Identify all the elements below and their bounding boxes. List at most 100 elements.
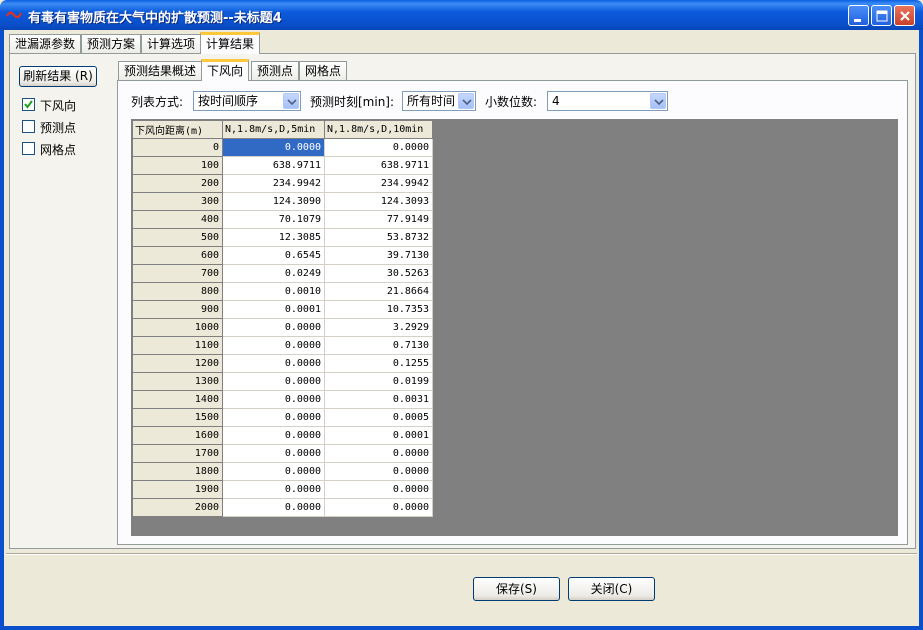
row-header-cell[interactable]: 1100 (132, 336, 223, 355)
table-cell[interactable]: 12.3085 (222, 228, 325, 247)
table-row[interactable]: 1600 0.0000 0.0001 (132, 426, 433, 445)
table-cell[interactable]: 0.0000 (324, 138, 433, 157)
title-bar[interactable]: 有毒有害物质在大气中的扩散预测--未标题4 (0, 0, 923, 30)
table-cell[interactable]: 0.0199 (324, 372, 433, 391)
row-header-cell[interactable]: 700 (132, 264, 223, 283)
table-cell[interactable]: 0.0000 (324, 480, 433, 499)
row-header-cell[interactable]: 600 (132, 246, 223, 265)
list-mode-select[interactable]: 按时间顺序 (193, 91, 301, 111)
downwind-checkbox[interactable] (22, 98, 35, 111)
table-cell[interactable]: 234.9942 (324, 174, 433, 193)
results-grid[interactable]: 下风向距离(m) N,1.8m/s,D,5min N,1.8m/s,D,10mi… (131, 119, 898, 536)
table-cell[interactable]: 21.8664 (324, 282, 433, 301)
table-cell[interactable]: 0.0000 (222, 336, 325, 355)
table-row[interactable]: 1700 0.0000 0.0000 (132, 444, 433, 463)
table-row[interactable]: 600 0.6545 39.7130 (132, 246, 433, 265)
table-cell[interactable]: 0.0000 (222, 318, 325, 337)
table-cell[interactable]: 0.0000 (222, 372, 325, 391)
chevron-down-icon[interactable] (458, 93, 474, 109)
table-cell[interactable]: 0.0000 (222, 444, 325, 463)
row-header-cell[interactable]: 1600 (132, 426, 223, 445)
table-cell[interactable]: 0.0000 (222, 498, 325, 517)
table-cell[interactable]: 0.0031 (324, 390, 433, 409)
table-cell[interactable]: 0.0000 (324, 444, 433, 463)
table-row[interactable]: 0 0.0000 0.0000 (132, 138, 433, 157)
close-window-button[interactable] (894, 5, 915, 26)
table-cell[interactable]: 0.0010 (222, 282, 325, 301)
row-header-cell[interactable]: 1000 (132, 318, 223, 337)
table-row[interactable]: 700 0.0249 30.5263 (132, 264, 433, 283)
table-cell[interactable]: 0.0249 (222, 264, 325, 283)
table-cell[interactable]: 0.7130 (324, 336, 433, 355)
row-header-cell[interactable]: 200 (132, 174, 223, 193)
table-cell[interactable]: 0.0000 (324, 462, 433, 481)
table-row[interactable]: 900 0.0001 10.7353 (132, 300, 433, 319)
table-cell[interactable]: 30.5263 (324, 264, 433, 283)
decimals-select[interactable]: 4 (547, 91, 668, 111)
table-cell[interactable]: 638.9711 (324, 156, 433, 175)
table-cell[interactable]: 0.0000 (222, 138, 325, 157)
tab-calc-options[interactable]: 计算选项 (141, 34, 202, 54)
table-cell[interactable]: 124.3090 (222, 192, 325, 211)
row-header-cell[interactable]: 1700 (132, 444, 223, 463)
time-select[interactable]: 所有时间 (402, 91, 476, 111)
table-cell[interactable]: 0.0005 (324, 408, 433, 427)
subtab-downwind[interactable]: 下风向 (201, 59, 250, 81)
table-row[interactable]: 400 70.1079 77.9149 (132, 210, 433, 229)
maximize-button[interactable] (871, 5, 892, 26)
table-row[interactable]: 1000 0.0000 3.2929 (132, 318, 433, 337)
column-header-10min[interactable]: N,1.8m/s,D,10min (324, 120, 433, 139)
table-cell[interactable]: 77.9149 (324, 210, 433, 229)
subtab-overview[interactable]: 预测结果概述 (118, 61, 203, 81)
table-cell[interactable]: 124.3093 (324, 192, 433, 211)
row-header-cell[interactable]: 1300 (132, 372, 223, 391)
table-cell[interactable]: 0.0000 (222, 480, 325, 499)
tab-leak-source[interactable]: 泄漏源参数 (9, 34, 82, 54)
table-cell[interactable]: 0.0001 (222, 300, 325, 319)
table-row[interactable]: 1100 0.0000 0.7130 (132, 336, 433, 355)
table-cell[interactable]: 10.7353 (324, 300, 433, 319)
table-row[interactable]: 1300 0.0000 0.0199 (132, 372, 433, 391)
table-row[interactable]: 1500 0.0000 0.0005 (132, 408, 433, 427)
table-row[interactable]: 800 0.0010 21.8664 (132, 282, 433, 301)
close-button[interactable]: 关闭(C) (568, 577, 655, 601)
table-cell[interactable]: 0.0000 (324, 498, 433, 517)
row-header-cell[interactable]: 1500 (132, 408, 223, 427)
subtab-grid-point[interactable]: 网格点 (299, 61, 348, 81)
table-row[interactable]: 1200 0.0000 0.1255 (132, 354, 433, 373)
row-header-cell[interactable]: 0 (132, 138, 223, 157)
table-cell[interactable]: 638.9711 (222, 156, 325, 175)
row-header-cell[interactable]: 300 (132, 192, 223, 211)
refresh-results-button[interactable]: 刷新结果 (R) (19, 66, 97, 87)
table-cell[interactable]: 0.6545 (222, 246, 325, 265)
table-row[interactable]: 300 124.3090 124.3093 (132, 192, 433, 211)
table-cell[interactable]: 0.0000 (222, 390, 325, 409)
table-cell[interactable]: 0.0000 (222, 462, 325, 481)
table-cell[interactable]: 0.0000 (222, 408, 325, 427)
row-header-cell[interactable]: 1400 (132, 390, 223, 409)
table-cell[interactable]: 3.2929 (324, 318, 433, 337)
table-row[interactable]: 100 638.9711 638.9711 (132, 156, 433, 175)
table-row[interactable]: 200 234.9942 234.9942 (132, 174, 433, 193)
save-button[interactable]: 保存(S) (473, 577, 560, 601)
row-header-cell[interactable]: 800 (132, 282, 223, 301)
table-row[interactable]: 2000 0.0000 0.0000 (132, 498, 433, 517)
table-row[interactable]: 1800 0.0000 0.0000 (132, 462, 433, 481)
table-row[interactable]: 1900 0.0000 0.0000 (132, 480, 433, 499)
table-cell[interactable]: 234.9942 (222, 174, 325, 193)
row-header-cell[interactable]: 900 (132, 300, 223, 319)
chevron-down-icon[interactable] (283, 93, 299, 109)
row-header-cell[interactable]: 1200 (132, 354, 223, 373)
table-cell[interactable]: 0.0000 (222, 426, 325, 445)
table-cell[interactable]: 53.8732 (324, 228, 433, 247)
grid-point-checkbox[interactable] (22, 142, 35, 155)
row-header-cell[interactable]: 100 (132, 156, 223, 175)
row-header-cell[interactable]: 1800 (132, 462, 223, 481)
row-header-cell[interactable]: 500 (132, 228, 223, 247)
subtab-prediction-point[interactable]: 预测点 (251, 61, 300, 81)
minimize-button[interactable] (848, 5, 869, 26)
table-row[interactable]: 1400 0.0000 0.0031 (132, 390, 433, 409)
column-header-5min[interactable]: N,1.8m/s,D,5min (222, 120, 325, 139)
table-cell[interactable]: 39.7130 (324, 246, 433, 265)
table-cell[interactable]: 0.1255 (324, 354, 433, 373)
